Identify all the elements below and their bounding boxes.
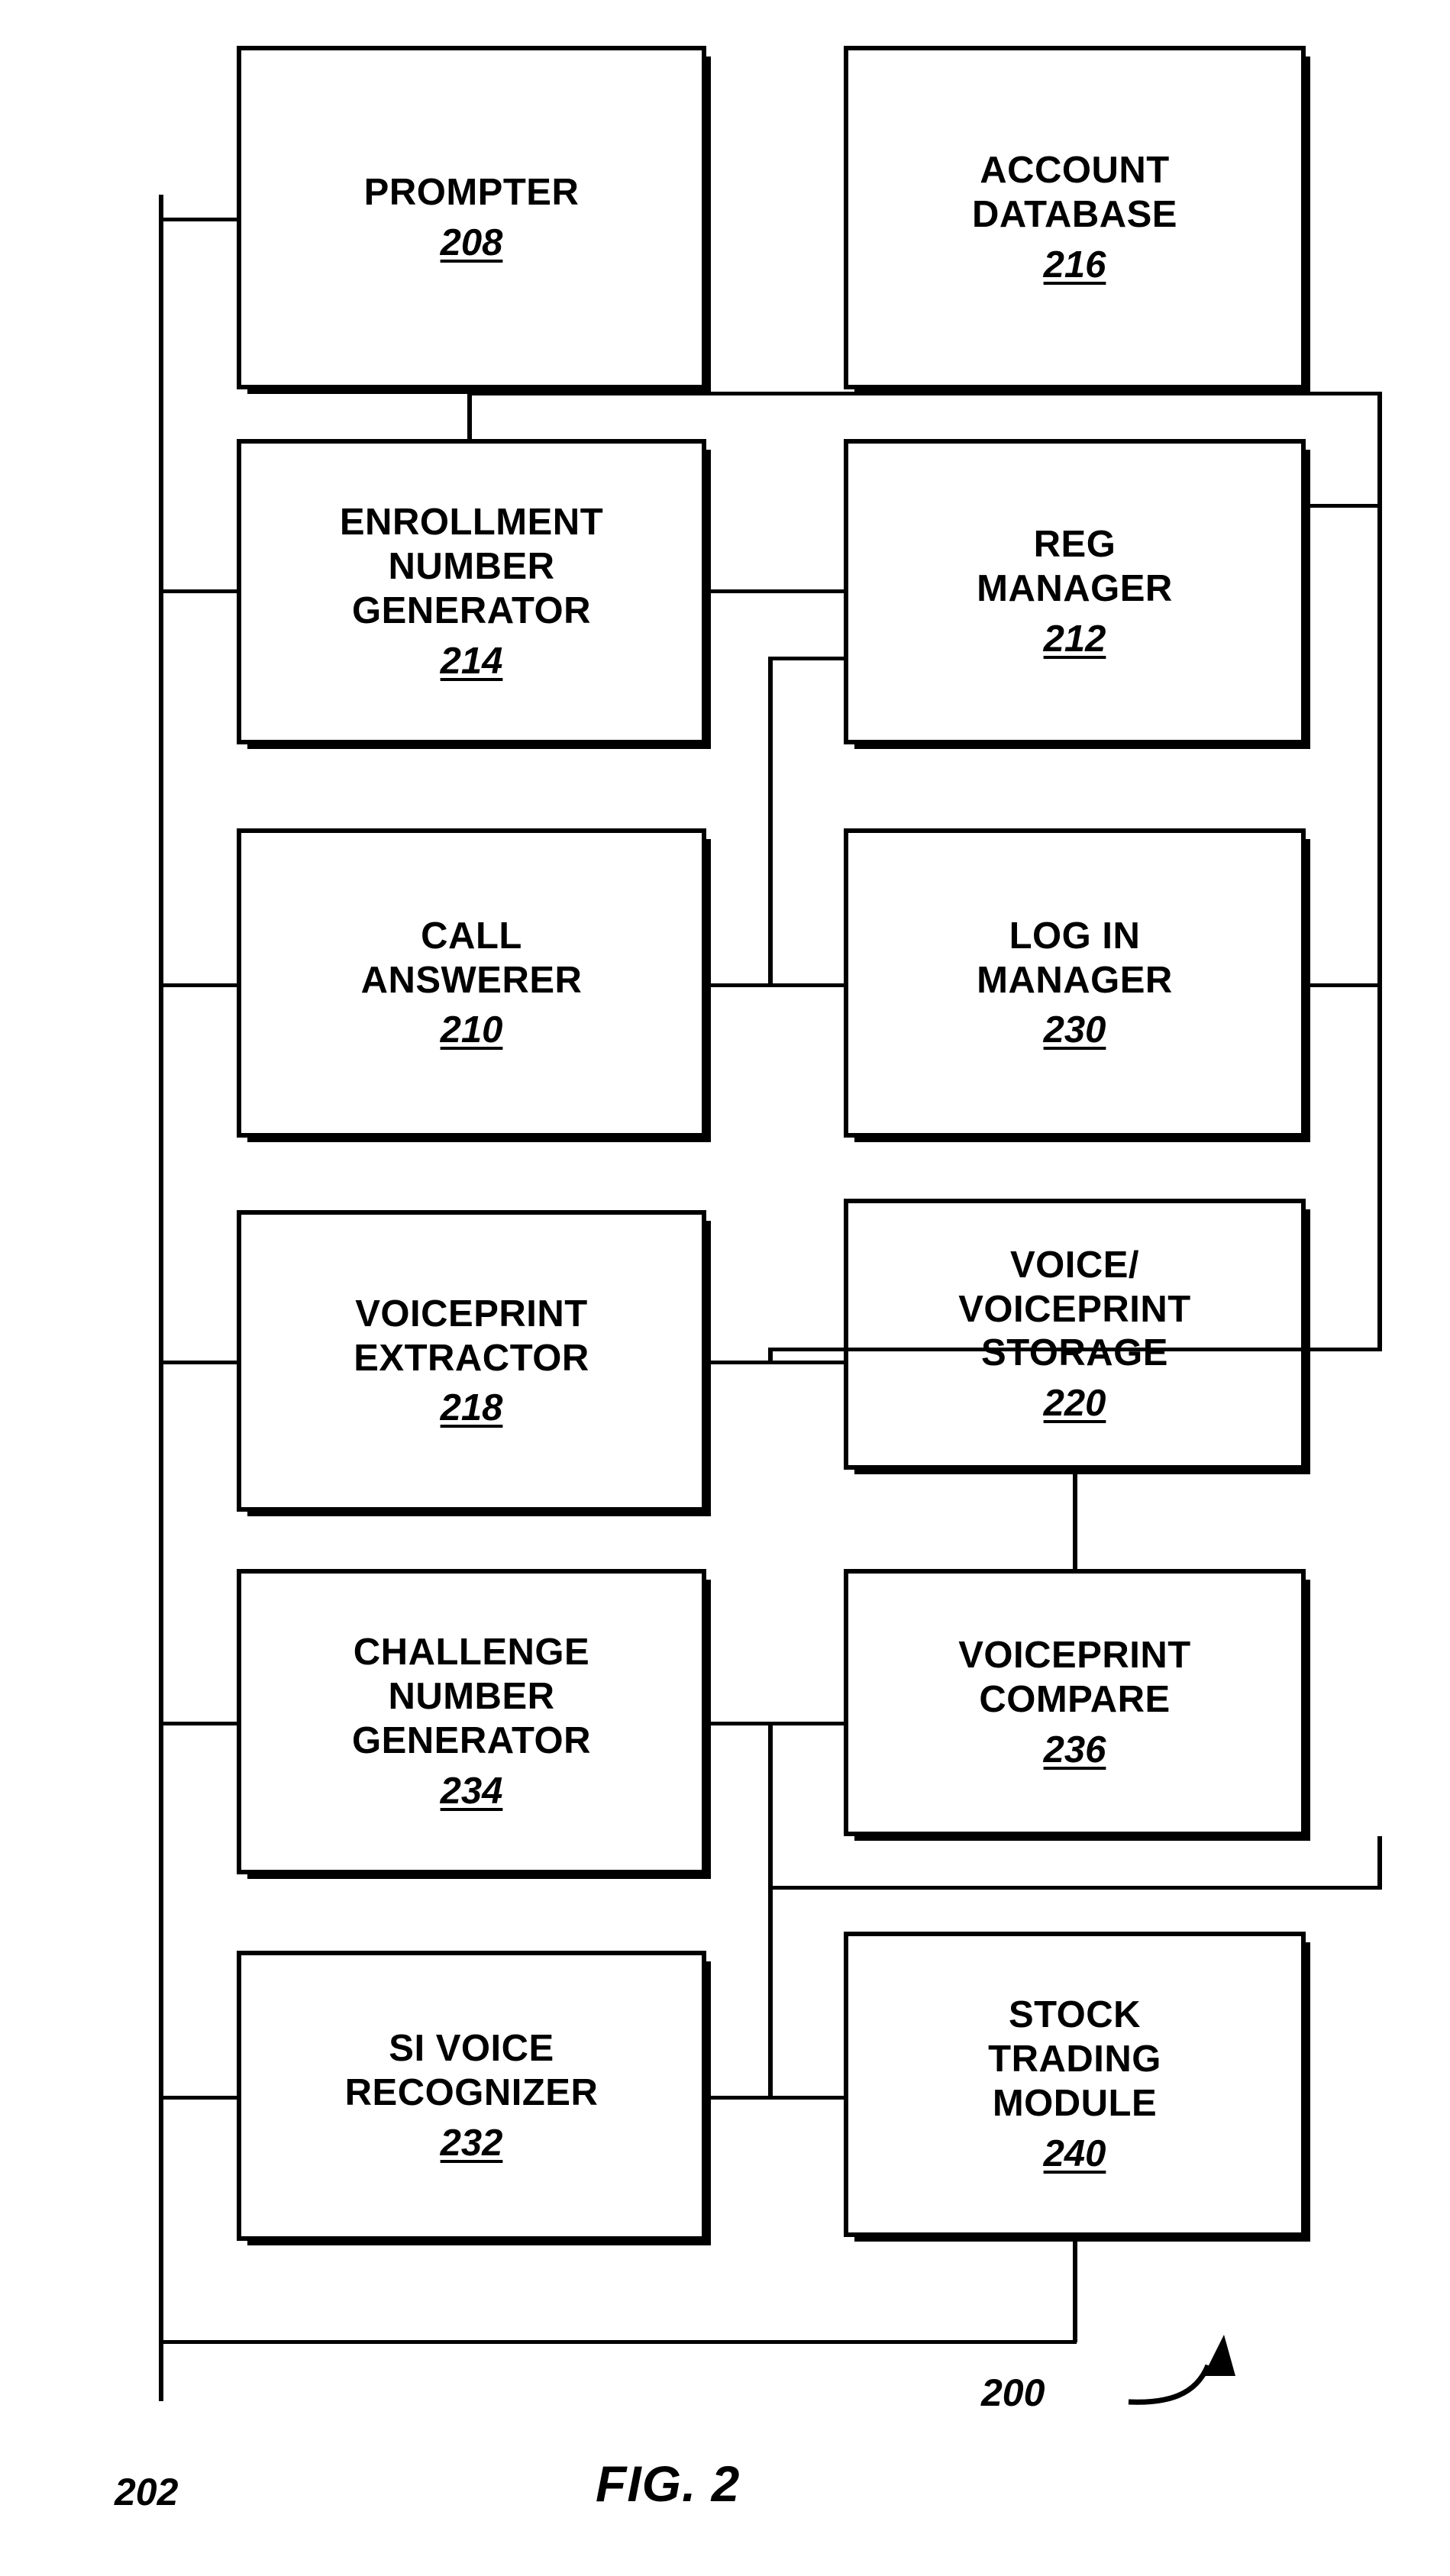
block-ref-number: 234 (440, 1770, 503, 1812)
wire-enrollment-to-reg-manager (702, 589, 848, 593)
block-title: VOICE/ VOICEPRINT STORAGE (958, 1244, 1191, 1374)
wire-bus-to-challenge-number-generator (159, 1722, 238, 1725)
curved-arrow-icon (1128, 2335, 1235, 2405)
wire-account-database-down (1078, 389, 1083, 395)
wire-bus-to-call-answerer (159, 983, 238, 987)
block-ref-number: 212 (1043, 618, 1106, 660)
block-call-answerer[interactable]: CALL ANSWERER 210 (237, 828, 706, 1138)
block-ref-number: 236 (1043, 1729, 1106, 1771)
block-stock-trading-module[interactable]: STOCK TRADING MODULE 240 (844, 1932, 1306, 2237)
wire-prompter-down (467, 389, 472, 443)
block-title: CHALLENGE NUMBER GENERATOR (351, 1632, 592, 1761)
block-title: STOCK TRADING MODULE (988, 1994, 1161, 2124)
wire-storage-to-compare (1073, 1467, 1077, 1571)
wire-right-bus-to-reg-manager (1303, 504, 1382, 508)
block-title: VOICEPRINT EXTRACTOR (354, 1293, 589, 1379)
wire-compare-to-stock-trading-vertical (768, 1722, 773, 2100)
wire-reg-manager-to-call-answerer-vertical (768, 657, 773, 986)
wire-top-horizontal-trunk (467, 392, 1382, 395)
block-voiceprint-extractor[interactable]: VOICEPRINT EXTRACTOR 218 (237, 1210, 706, 1512)
block-ref-number: 208 (440, 221, 503, 263)
wire-bus-to-prompter (159, 218, 238, 221)
wire-stock-trading-down (1073, 2235, 1077, 2342)
figure-caption: FIG. 2 (596, 2455, 741, 2512)
block-title: CALL ANSWERER (360, 915, 583, 1001)
wire-right-bus-bottom-turn (768, 1348, 1382, 1351)
block-title: ENROLLMENT NUMBER GENERATOR (339, 502, 604, 631)
wire-bus-to-enrollment-number-generator (159, 589, 238, 593)
block-enrollment-number-generator[interactable]: ENROLLMENT NUMBER GENERATOR 214 (237, 439, 706, 744)
bus-bottom-horizontal (159, 2340, 1077, 2344)
system-label-200: 200 (981, 2371, 1045, 2414)
block-prompter[interactable]: PROMPTER 208 (237, 46, 706, 389)
block-ref-number: 230 (1043, 1009, 1106, 1051)
wire-bus-to-si-voice-recognizer (159, 2096, 238, 2100)
block-ref-number: 232 (440, 2122, 503, 2164)
block-ref-number: 216 (1043, 244, 1106, 286)
block-title: REG MANAGER (977, 524, 1173, 609)
block-challenge-number-generator[interactable]: CHALLENGE NUMBER GENERATOR 234 (237, 1569, 706, 1874)
bus-label-202: 202 (115, 2471, 179, 2513)
block-title: ACCOUNT DATABASE (972, 150, 1177, 235)
block-title: LOG IN MANAGER (977, 915, 1173, 1001)
wire-compare-bottom-trunk (768, 1886, 1382, 1890)
bus-right-vertical (1377, 392, 1382, 1350)
block-ref-number: 220 (1043, 1383, 1106, 1425)
block-ref-number: 240 (1043, 2132, 1106, 2174)
block-account-database[interactable]: ACCOUNT DATABASE 216 (844, 46, 1306, 389)
wire-challenge-to-voiceprint-compare (702, 1722, 848, 1725)
block-log-in-manager[interactable]: LOG IN MANAGER 230 (844, 828, 1306, 1138)
wire-right-bus-to-log-in-manager (1303, 983, 1382, 987)
wire-voiceprint-extractor-to-storage (702, 1361, 848, 1364)
block-ref-number: 210 (440, 1009, 503, 1051)
wire-si-voice-recognizer-right-stub (702, 2096, 848, 2100)
wire-reg-manager-left-stub (768, 657, 848, 660)
block-ref-number: 214 (440, 640, 503, 682)
block-si-voice-recognizer[interactable]: SI VOICE RECOGNIZER 232 (237, 1951, 706, 2241)
patent-figure-2: PROMPTER 208 ACCOUNT DATABASE 216 ENROLL… (0, 0, 1450, 2576)
wire-bus-to-voiceprint-extractor (159, 1361, 238, 1364)
block-ref-number: 218 (440, 1387, 503, 1429)
block-reg-manager[interactable]: REG MANAGER 212 (844, 439, 1306, 744)
block-title: SI VOICE RECOGNIZER (344, 2028, 599, 2113)
wire-compare-bottom-right-riser (1377, 1836, 1382, 1888)
block-title: VOICEPRINT COMPARE (958, 1635, 1191, 1720)
bus-202-vertical (159, 195, 163, 2401)
block-voice-voiceprint-storage[interactable]: VOICE/ VOICEPRINT STORAGE 220 (844, 1199, 1306, 1470)
block-voiceprint-compare[interactable]: VOICEPRINT COMPARE 236 (844, 1569, 1306, 1836)
wire-call-answerer-right-stub (702, 983, 848, 987)
block-title: PROMPTER (363, 172, 580, 214)
